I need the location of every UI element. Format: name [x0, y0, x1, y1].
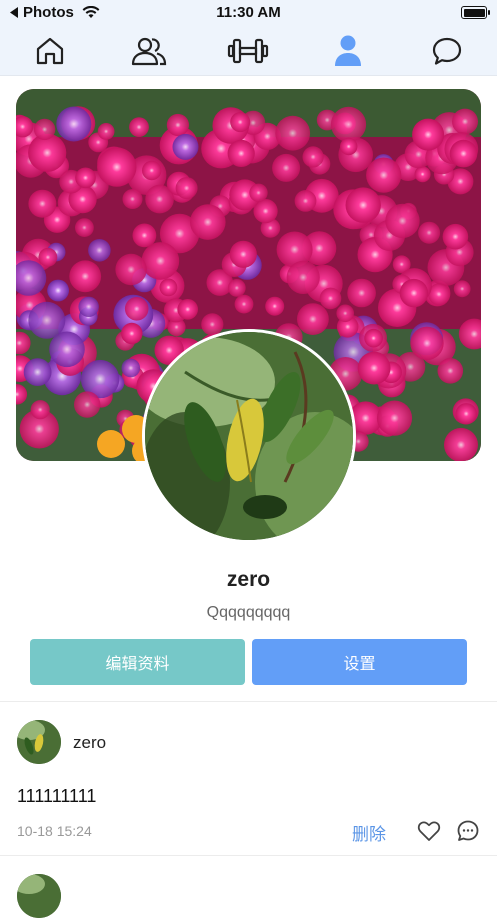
post-author-avatar[interactable] — [17, 874, 61, 918]
profile-name: zero — [226, 568, 271, 591]
user-icon — [334, 35, 361, 66]
tab-fitness[interactable] — [218, 28, 278, 74]
settings-button[interactable]: 设置 — [252, 639, 467, 685]
divider — [0, 855, 497, 856]
dumbbell-icon — [228, 38, 269, 63]
divider — [0, 701, 497, 702]
comment-button[interactable] — [456, 819, 482, 845]
heart-icon — [417, 821, 441, 841]
post-content: 111111111 — [17, 786, 97, 806]
chat-bubble-icon — [433, 37, 462, 65]
leaf-photo-thumbnail — [17, 720, 61, 764]
status-bar: Photos 11:30 AM — [0, 0, 497, 26]
tab-messages[interactable] — [417, 28, 477, 74]
post-author-avatar[interactable] — [17, 720, 61, 764]
profile-avatar[interactable] — [142, 329, 356, 543]
tab-profile[interactable] — [318, 28, 378, 74]
post-author-name[interactable]: zero — [73, 733, 106, 753]
edit-profile-button[interactable]: 编辑资料 — [30, 639, 245, 685]
like-button[interactable] — [417, 819, 443, 845]
users-icon — [131, 37, 167, 65]
leaf-photo-image — [145, 332, 353, 540]
profile-bio: Qqqqqqqqq — [206, 604, 291, 621]
post-timestamp: 10-18 15:24 — [17, 823, 92, 839]
home-icon — [36, 37, 63, 64]
comment-icon — [457, 820, 479, 841]
delete-post-button[interactable]: 删除 — [352, 820, 386, 845]
leaf-photo-thumbnail — [17, 874, 61, 918]
tab-home[interactable] — [20, 28, 80, 74]
status-time: 11:30 AM — [216, 4, 281, 21]
tab-friends[interactable] — [119, 28, 179, 74]
battery-icon — [461, 6, 490, 19]
top-tab-bar — [0, 26, 497, 76]
